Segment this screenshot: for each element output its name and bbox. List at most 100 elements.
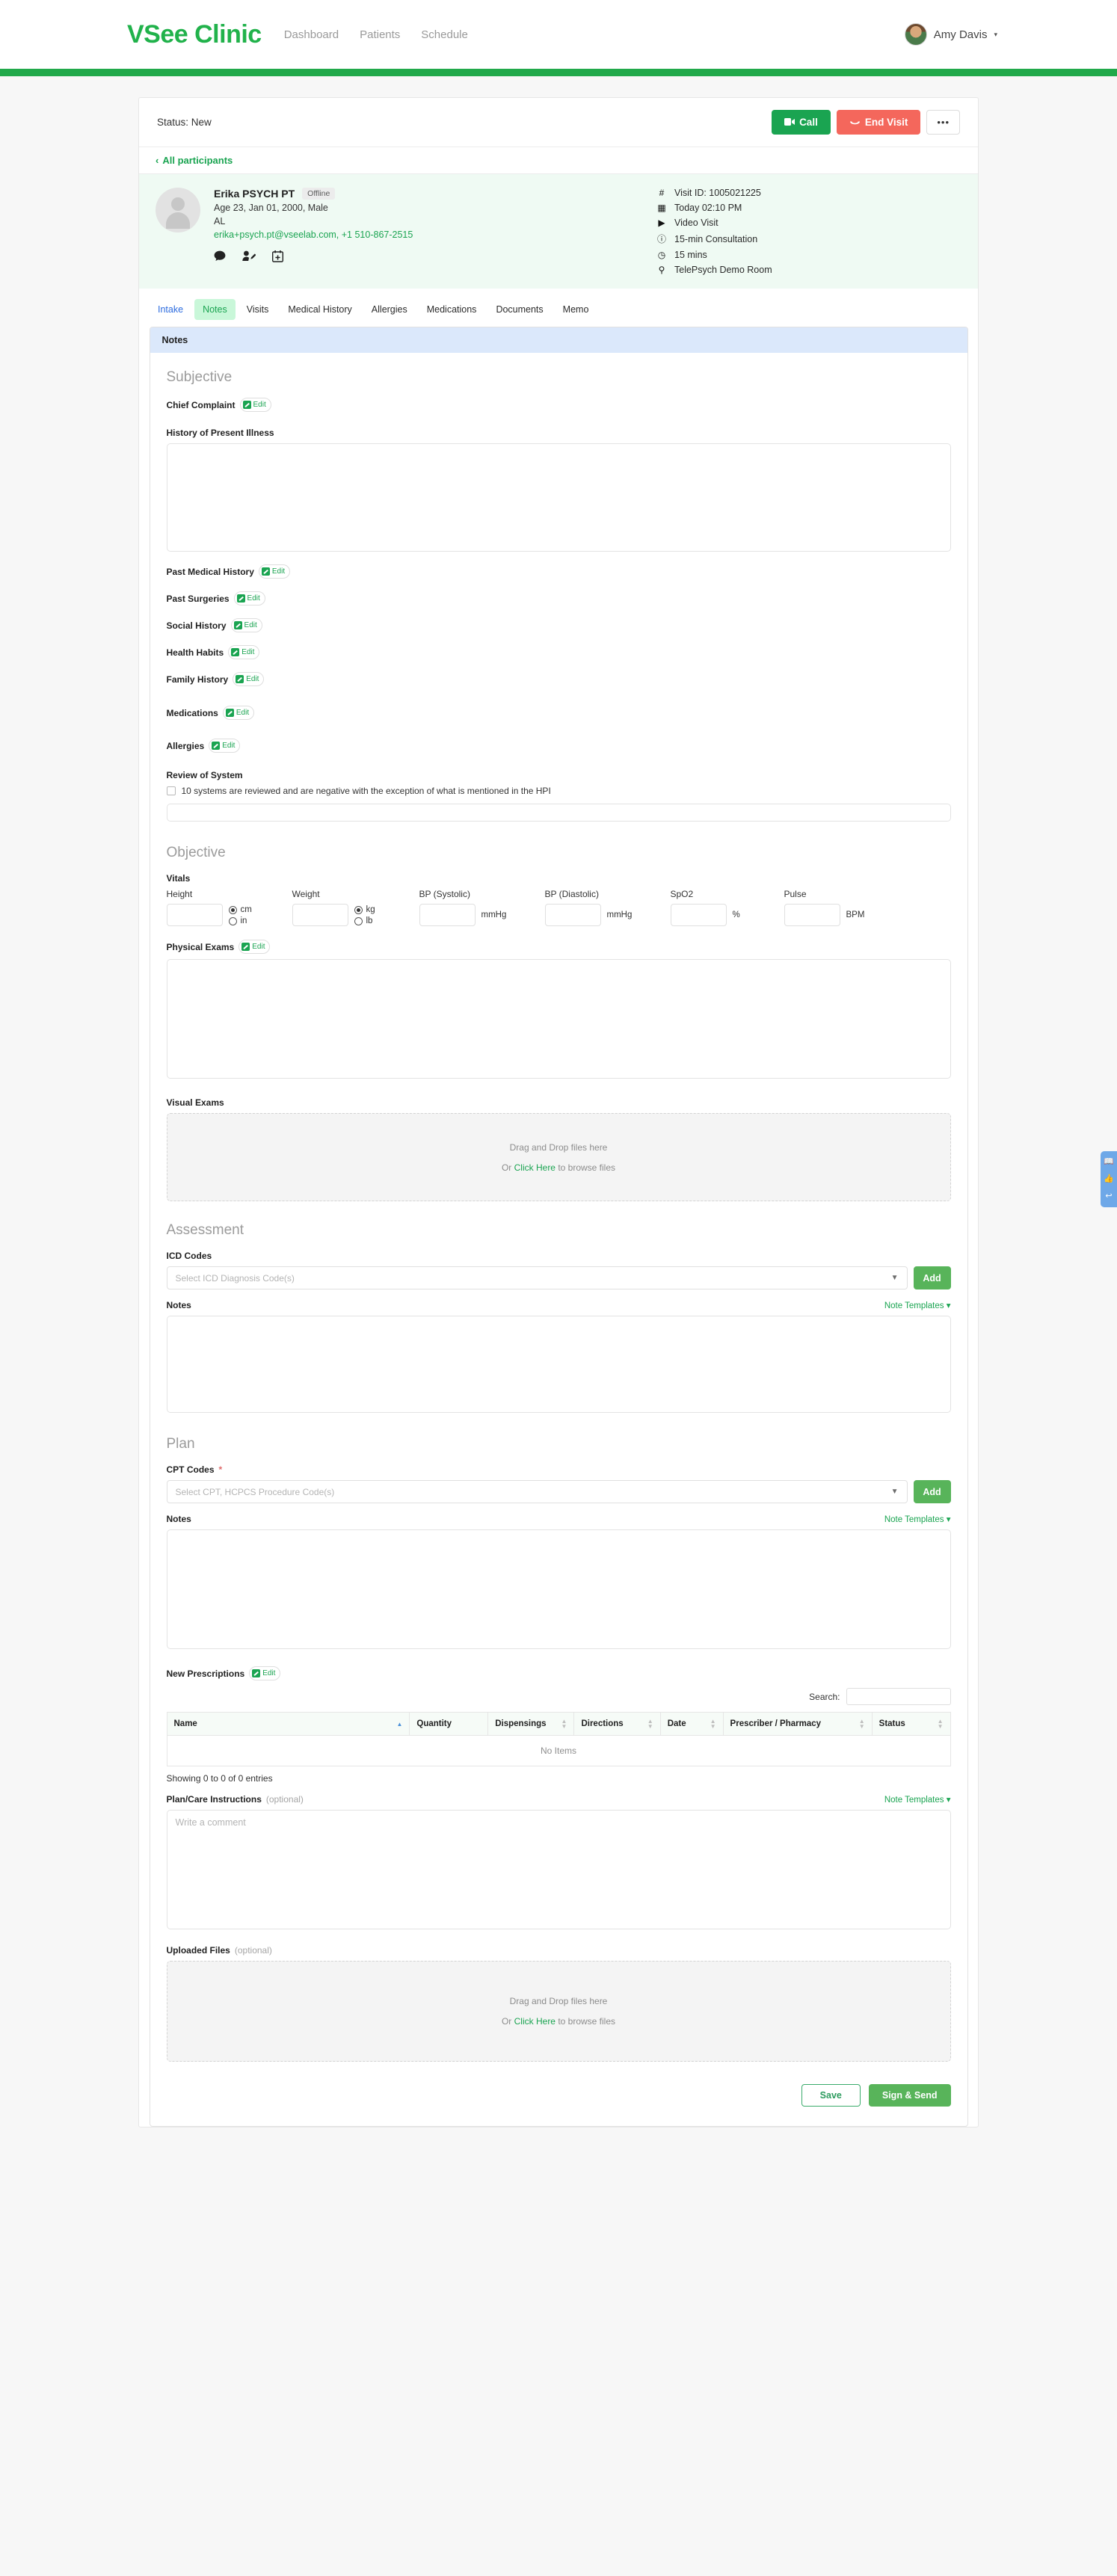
patient-action-icons xyxy=(214,250,413,265)
spo2-unit: % xyxy=(732,910,740,919)
plan-note-templates-link[interactable]: Note Templates ▾ xyxy=(884,1514,951,1524)
nav-link-patients[interactable]: Patients xyxy=(360,28,400,41)
sort-icon: ▲ ▼ xyxy=(858,1718,865,1731)
column-name[interactable]: Name ▲ xyxy=(166,1711,410,1737)
care-instructions-label-row: Plan/Care Instructions (optional) Note T… xyxy=(167,1794,951,1805)
section-subjective-title: Subjective xyxy=(166,369,233,385)
care-instructions-textarea[interactable] xyxy=(166,1810,951,1930)
hpi-textarea[interactable] xyxy=(166,443,951,552)
prescriptions-table-head: Name ▲ Quantity Dispensings ▲ ▼ Directions ▲… xyxy=(166,1711,951,1737)
call-button[interactable]: Call xyxy=(772,110,831,135)
edit-past-medical-history-button[interactable]: Edit xyxy=(258,564,291,579)
physical-exams-textarea[interactable] xyxy=(166,959,951,1079)
radio-icon[interactable] xyxy=(354,916,363,925)
ros-checkbox[interactable] xyxy=(166,786,176,795)
weight-unit-lb-label: lb xyxy=(366,916,373,925)
weight-input[interactable] xyxy=(292,904,348,926)
column-date[interactable]: Date ▲ ▼ xyxy=(659,1711,724,1737)
user-menu[interactable]: Amy Davis ▾ xyxy=(904,23,997,46)
tab-memo[interactable]: Memo xyxy=(555,299,597,320)
edit-label: Edit xyxy=(241,648,255,656)
column-quantity[interactable]: Quantity xyxy=(409,1711,489,1737)
chat-icon[interactable] xyxy=(214,250,226,265)
add-cpt-code-button[interactable]: Add xyxy=(913,1480,951,1503)
search-input[interactable] xyxy=(846,1688,951,1705)
edit-participant-icon[interactable] xyxy=(242,250,256,265)
edit-chief-complaint-button[interactable]: Edit xyxy=(239,398,271,412)
nav-link-schedule[interactable]: Schedule xyxy=(421,28,468,41)
tab-medical-history[interactable]: Medical History xyxy=(280,299,360,320)
tab-documents[interactable]: Documents xyxy=(487,299,551,320)
edit-health-habits-button[interactable]: Edit xyxy=(228,645,260,659)
cpt-codes-label: CPT Codes xyxy=(166,1464,215,1475)
edit-social-history-button[interactable]: Edit xyxy=(230,618,262,632)
radio-icon[interactable] xyxy=(228,916,237,925)
ros-checkbox-row[interactable]: 10 systems are reviewed and are negative… xyxy=(166,786,951,796)
care-instructions-note-templates-link[interactable]: Note Templates ▾ xyxy=(884,1794,951,1805)
book-icon[interactable]: 📖 xyxy=(1104,1158,1114,1166)
edit-medications-button[interactable]: Edit xyxy=(222,706,255,720)
dropzone-click-here-link[interactable]: Click Here xyxy=(514,2016,556,2027)
visit-service: 15-min Consultation xyxy=(674,233,758,244)
tab-allergies[interactable]: Allergies xyxy=(363,299,416,320)
column-prescriber-pharmacy[interactable]: Prescriber / Pharmacy ▲ ▼ xyxy=(722,1711,873,1737)
icd-codes-select[interactable]: Select ICD Diagnosis Code(s) ▼ xyxy=(166,1266,908,1289)
radio-icon[interactable] xyxy=(228,905,237,914)
column-dispensings[interactable]: Dispensings ▲ ▼ xyxy=(487,1711,575,1737)
edit-past-surgeries-button[interactable]: Edit xyxy=(233,591,265,606)
location-pin-icon: ⚲ xyxy=(658,265,665,275)
edit-physical-exams-button[interactable]: Edit xyxy=(239,940,271,954)
tab-medications[interactable]: Medications xyxy=(419,299,485,320)
tab-visits[interactable]: Visits xyxy=(239,299,277,320)
more-options-button[interactable]: ••• xyxy=(926,110,960,135)
save-button[interactable]: Save xyxy=(801,2084,861,2107)
tab-intake[interactable]: Intake xyxy=(150,299,191,320)
patient-contact: erika+psych.pt@vseelab.com, +1 510-867-2… xyxy=(214,229,413,240)
edit-label: Edit xyxy=(236,709,250,717)
spo2-input[interactable] xyxy=(670,904,727,926)
cpt-codes-select[interactable]: Select CPT, HCPCS Procedure Code(s) ▼ xyxy=(166,1480,908,1503)
patient-avatar xyxy=(156,188,200,232)
assessment-note-templates-link[interactable]: Note Templates ▾ xyxy=(884,1300,951,1310)
end-visit-button[interactable]: End Visit xyxy=(836,110,921,135)
weight-unit-lb[interactable]: lb xyxy=(354,916,375,925)
review-of-system-label: Review of System xyxy=(166,770,243,780)
brand-logo[interactable]: VSee Clinic xyxy=(127,20,262,49)
sign-and-send-button[interactable]: Sign & Send xyxy=(868,2084,951,2107)
dropzone-browse-row: Or Click Here to browse files xyxy=(502,1162,615,1173)
height-unit-cm[interactable]: cm xyxy=(228,905,252,914)
height-input[interactable] xyxy=(166,904,223,926)
tab-bar: Intake Notes Visits Medical History Alle… xyxy=(139,289,978,321)
reply-icon[interactable]: ↩ xyxy=(1105,1192,1112,1201)
pulse-input[interactable] xyxy=(784,904,840,926)
visual-exams-dropzone[interactable]: Drag and Drop files here Or Click Here t… xyxy=(166,1113,951,1201)
calendar-add-icon[interactable] xyxy=(271,250,284,265)
plan-notes-textarea[interactable] xyxy=(166,1529,951,1649)
edit-family-history-button[interactable]: Edit xyxy=(233,672,265,686)
add-icd-code-button[interactable]: Add xyxy=(913,1266,951,1289)
uploaded-files-dropzone[interactable]: Drag and Drop files here Or Click Here t… xyxy=(166,1961,951,2062)
column-directions[interactable]: Directions ▲ ▼ xyxy=(573,1711,661,1737)
height-unit-in[interactable]: in xyxy=(228,916,252,925)
dropzone-click-here-link[interactable]: Click Here xyxy=(514,1162,556,1173)
thumbs-feedback-icon[interactable]: 👍 xyxy=(1104,1175,1114,1183)
search-label: Search: xyxy=(809,1691,840,1702)
bp-diastolic-unit: mmHg xyxy=(606,910,633,919)
tab-notes[interactable]: Notes xyxy=(194,299,236,320)
bp-systolic-input[interactable] xyxy=(419,904,476,926)
radio-icon[interactable] xyxy=(354,905,363,914)
bp-diastolic-input[interactable] xyxy=(544,904,601,926)
family-history-label-row: Family History Edit xyxy=(167,672,951,686)
assessment-notes-textarea[interactable] xyxy=(166,1316,951,1413)
ros-textarea[interactable] xyxy=(166,804,951,822)
weight-unit-kg[interactable]: kg xyxy=(354,905,375,914)
cpt-codes-placeholder: Select CPT, HCPCS Procedure Code(s) xyxy=(175,1486,335,1497)
edit-allergies-button[interactable]: Edit xyxy=(209,739,241,753)
column-status[interactable]: Status ▲ ▼ xyxy=(871,1711,951,1737)
section-plan-title: Plan xyxy=(166,1436,195,1452)
weight-units: kg lb xyxy=(354,904,375,925)
notes-panel-header: Notes xyxy=(150,327,967,353)
all-participants-link[interactable]: ‹ All participants xyxy=(139,147,978,174)
nav-link-dashboard[interactable]: Dashboard xyxy=(284,28,339,41)
edit-new-prescriptions-button[interactable]: Edit xyxy=(249,1666,281,1680)
